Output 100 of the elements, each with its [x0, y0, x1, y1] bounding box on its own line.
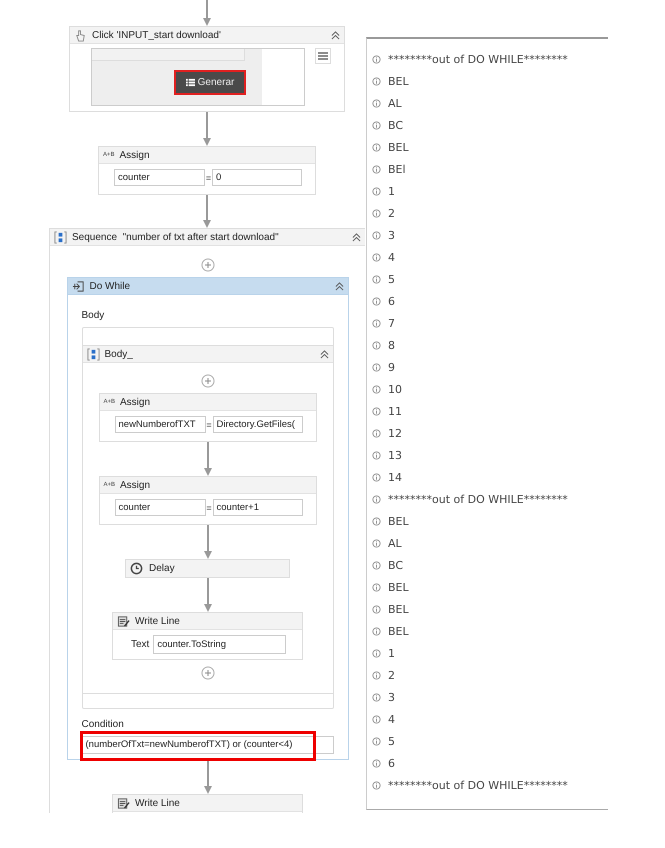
list-icon — [186, 78, 195, 87]
add-activity-icon[interactable] — [200, 258, 214, 272]
value-field[interactable]: Directory.GetFiles( — [212, 416, 302, 433]
log-message: 2 — [388, 206, 395, 220]
info-icon — [372, 626, 381, 636]
info-icon — [372, 538, 381, 548]
flow-arrow — [202, 578, 212, 612]
flow-arrow — [202, 112, 212, 146]
log-message: BEL — [388, 624, 409, 638]
info-icon — [372, 780, 381, 790]
log-message: 14 — [388, 470, 402, 484]
loop-icon — [72, 280, 84, 292]
info-icon — [372, 98, 381, 108]
sequence-icon — [86, 348, 100, 360]
log-message: BEL — [388, 514, 409, 528]
write-line-activity-card[interactable]: Write Line Text counter.ToString — [112, 612, 303, 660]
log-message: 6 — [388, 756, 395, 770]
info-icon — [372, 450, 381, 460]
info-icon — [372, 230, 381, 240]
click-activity-card[interactable]: Click 'INPUT_start download' Generar — [69, 26, 345, 112]
info-icon — [372, 758, 381, 768]
log-message: 5 — [388, 734, 395, 748]
condition-label: Condition — [82, 719, 124, 730]
write-line-activity-card[interactable]: Write Line — [112, 794, 303, 813]
info-icon — [372, 76, 381, 86]
info-icon — [372, 604, 381, 614]
value-field[interactable]: counter+1 — [212, 499, 302, 516]
log-message: BEL — [388, 580, 409, 594]
notepad-icon — [117, 614, 130, 628]
info-icon — [372, 472, 381, 482]
activity-title: Assign — [120, 480, 150, 490]
delay-activity-card[interactable]: Delay — [125, 559, 290, 578]
equals-sign: = — [205, 172, 212, 182]
variable-field[interactable]: counter — [114, 499, 206, 516]
flow-arrow — [202, 0, 212, 26]
log-message: 7 — [388, 316, 395, 330]
log-message: AL — [388, 536, 402, 550]
info-icon — [372, 340, 381, 350]
value-field[interactable]: 0 — [212, 169, 302, 186]
collapse-icon[interactable] — [334, 282, 344, 290]
log-message: 4 — [388, 712, 395, 726]
log-message: 5 — [388, 272, 395, 286]
info-icon — [372, 318, 381, 328]
log-message: 12 — [388, 426, 402, 440]
log-message: BEL — [388, 140, 409, 154]
sequence-icon — [54, 230, 67, 244]
log-message: 1 — [388, 184, 395, 198]
activity-title: Write Line — [135, 616, 180, 626]
log-message: 10 — [388, 382, 402, 396]
info-icon — [372, 274, 381, 284]
collapse-icon[interactable] — [320, 350, 328, 358]
info-icon — [372, 252, 381, 262]
add-activity-icon[interactable] — [200, 666, 214, 680]
generar-button: Generar — [174, 70, 246, 95]
notepad-icon — [117, 796, 130, 810]
collapse-icon[interactable] — [331, 30, 340, 40]
collapse-icon[interactable] — [352, 232, 361, 242]
info-icon — [372, 384, 381, 394]
info-icon — [372, 142, 381, 152]
info-icon — [372, 714, 381, 724]
info-icon — [372, 362, 381, 372]
log-message: BC — [388, 558, 404, 572]
log-message: 8 — [388, 338, 395, 352]
log-message: 13 — [388, 448, 402, 462]
log-message: AL — [388, 96, 402, 110]
log-message: BEl — [388, 162, 406, 176]
info-icon — [372, 670, 381, 680]
add-activity-icon[interactable] — [200, 374, 214, 388]
log-message: 1 — [388, 646, 395, 660]
info-icon — [372, 186, 381, 196]
sequence-container[interactable] — [49, 228, 365, 813]
menu-icon[interactable] — [315, 48, 331, 64]
log-message: 11 — [388, 404, 402, 418]
activity-title: Delay — [149, 563, 175, 574]
info-icon — [372, 692, 381, 702]
log-message: 6 — [388, 294, 395, 308]
variable-field[interactable]: counter — [114, 169, 205, 186]
info-icon — [372, 736, 381, 746]
info-icon — [372, 582, 381, 592]
flow-arrow — [202, 760, 212, 794]
equals-sign: = — [206, 420, 212, 430]
info-icon — [372, 428, 381, 438]
activity-title: Write Line — [135, 798, 180, 808]
sequence-title: Body_ — [104, 348, 133, 360]
flow-arrow — [202, 195, 212, 228]
pointer-icon — [74, 28, 87, 42]
log-message: BEL — [388, 602, 409, 616]
log-message: 9 — [388, 360, 395, 374]
activity-title: Assign — [120, 150, 150, 160]
condition-field[interactable]: (numberOfTxt=newNumberofTXT) or (counter<4) — [82, 736, 334, 754]
info-icon — [372, 296, 381, 306]
flow-arrow — [202, 442, 212, 476]
info-icon — [372, 208, 381, 218]
log-message: ********out of DO WHILE******** — [388, 492, 568, 506]
log-message: 3 — [388, 690, 395, 704]
variable-field[interactable]: newNumberofTXT — [114, 416, 206, 433]
equals-sign: = — [206, 502, 212, 512]
info-icon — [372, 516, 381, 526]
activity-title: Click 'INPUT_start download' — [92, 30, 221, 40]
text-field[interactable]: counter.ToString — [153, 635, 286, 654]
